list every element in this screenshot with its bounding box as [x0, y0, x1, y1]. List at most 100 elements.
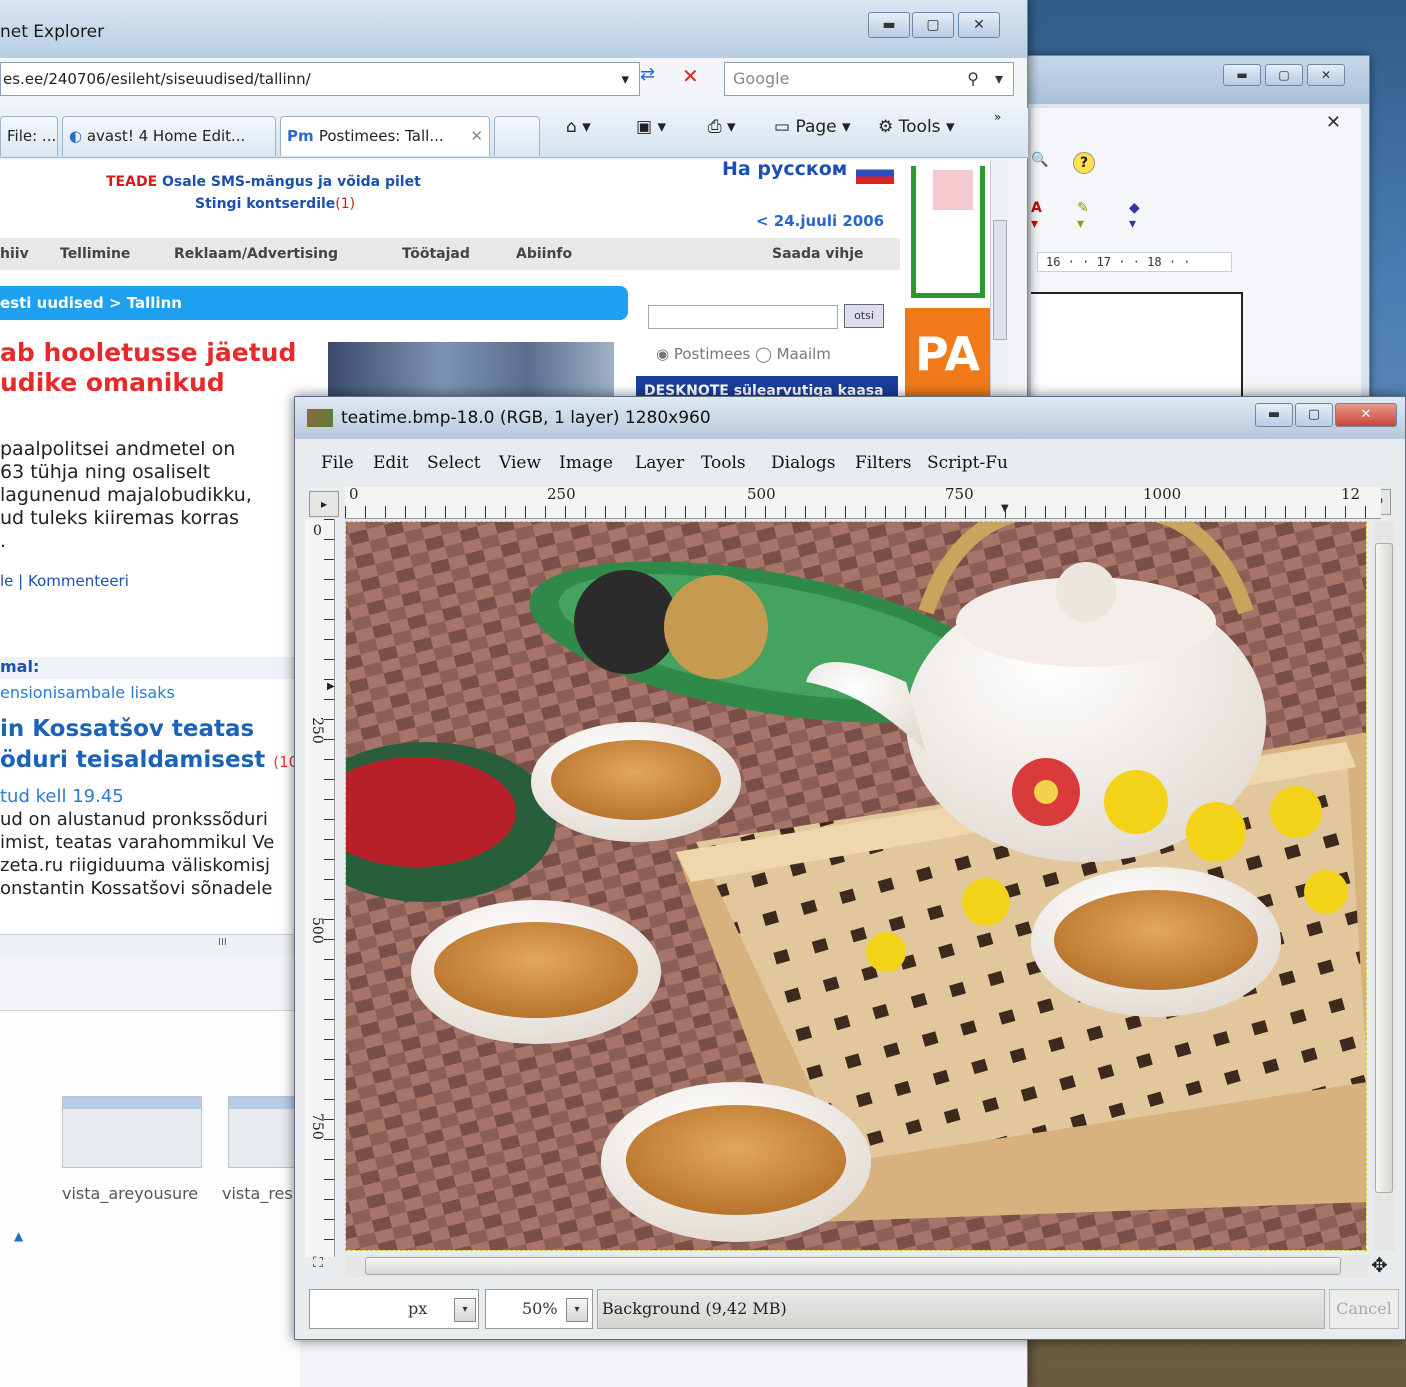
chevron-more-icon[interactable]: »: [994, 110, 1001, 124]
ruler-label: 500: [309, 917, 325, 944]
address-text: es.ee/240706/esileht/siseuudised/tallinn…: [3, 70, 311, 88]
image-canvas[interactable]: [345, 521, 1367, 1251]
search-placeholder: Google: [733, 69, 790, 88]
nav-item-reklaam[interactable]: Reklaam/Advertising: [174, 238, 338, 270]
radio-postimees[interactable]: ◉ Postimees: [656, 345, 750, 363]
gimp-window-title: teatime.bmp-18.0 (RGB, 1 layer) 1280x960: [341, 408, 711, 428]
quick-mask-toggle[interactable]: ▸: [309, 491, 339, 517]
article-headline[interactable]: ab hooletusse jäetud udike omanikud: [0, 338, 296, 398]
gimp-close-button[interactable]: ✕: [1335, 403, 1397, 427]
russian-flag-icon: [856, 162, 894, 184]
thumbnail-vista-res[interactable]: [228, 1096, 300, 1168]
ie-minimize-button[interactable]: ▬: [868, 12, 910, 38]
nav-item-tellimine[interactable]: Tellimine: [60, 238, 130, 270]
thumbnail-label: vista_res: [222, 1184, 293, 1203]
tab-file[interactable]: File: ...: [0, 116, 58, 156]
feeds-icon[interactable]: ▣ ▾: [636, 117, 666, 137]
office-minimize-button[interactable]: ▬: [1223, 64, 1261, 86]
navigate-icon[interactable]: ✥: [1371, 1253, 1388, 1277]
stop-icon[interactable]: ✕: [682, 64, 699, 88]
search-input[interactable]: Google ⚲ ▾: [724, 62, 1014, 96]
thumb-title-bar: [229, 1097, 299, 1109]
menu-file[interactable]: File: [321, 453, 354, 473]
menu-script-fu[interactable]: Script-Fu: [927, 453, 1008, 473]
unit-dropdown-icon[interactable]: ▾: [454, 1298, 476, 1322]
tab-close-icon[interactable]: ✕: [470, 117, 483, 155]
site-search-button[interactable]: otsi: [844, 304, 884, 328]
ruler-label: 750: [309, 1113, 325, 1140]
fill-color-icon[interactable]: ◆ ▾: [1129, 200, 1140, 232]
site-search-input[interactable]: [648, 305, 838, 329]
menu-edit[interactable]: Edit: [373, 453, 409, 473]
breadcrumb[interactable]: esti uudised > Tallinn: [0, 286, 628, 320]
gimp-minimize-button[interactable]: ▬: [1255, 403, 1293, 427]
search-dropdown-icon[interactable]: ▾: [995, 63, 1003, 95]
font-color-icon[interactable]: A ▾: [1031, 200, 1042, 232]
article-line: paalpolitsei andmetel on: [0, 438, 236, 460]
advert-pink-block: [933, 170, 973, 210]
ie-close-button[interactable]: ✕: [958, 12, 1000, 38]
tools-menu-label: Tools: [898, 117, 941, 137]
office-maximize-button[interactable]: ▢: [1265, 64, 1303, 86]
nav-item-saada-vihje[interactable]: Saada vihje: [772, 238, 864, 270]
ruler-ticks: [345, 506, 1381, 518]
menu-dialogs[interactable]: Dialogs: [771, 453, 835, 473]
pane-close-icon[interactable]: ✕: [1326, 112, 1341, 133]
sting-promo[interactable]: Stingi kontserdile(1): [195, 196, 355, 212]
headline-line-2: udike omanikud: [0, 368, 225, 397]
tab-avast[interactable]: ◐ avast! 4 Home Edit...: [62, 116, 276, 156]
search-scope-radios: ◉ Postimees ◯ Maailm: [656, 345, 831, 363]
menu-layer[interactable]: Layer: [635, 453, 684, 473]
page-icon: ▭: [774, 117, 796, 137]
search-icon[interactable]: ⚲: [967, 63, 979, 95]
sms-promo[interactable]: TEADE Osale SMS-mängus ja võida pilet: [106, 174, 421, 190]
cancel-button[interactable]: Cancel: [1329, 1289, 1399, 1329]
ie-horizontal-scrollbar[interactable]: III: [0, 934, 300, 956]
ruler-pointer-icon: ▼: [1001, 503, 1009, 514]
horizontal-ruler[interactable]: 0 250 500 750 1000 12 ▼: [345, 485, 1381, 519]
vertical-ruler[interactable]: 0 250 500 750 ▶: [305, 519, 335, 1257]
ruler-pointer-icon: ▶: [327, 681, 335, 692]
gimp-horizontal-scroll-thumb[interactable]: [365, 1257, 1341, 1275]
ie-maximize-button[interactable]: ▢: [912, 12, 954, 38]
side-advert[interactable]: PA: [905, 160, 990, 400]
address-bar[interactable]: es.ee/240706/esileht/siseuudised/tallinn…: [0, 62, 640, 96]
highlight-icon[interactable]: ✎ ▾: [1077, 200, 1089, 232]
office-close-button[interactable]: ✕: [1307, 64, 1345, 86]
menu-select[interactable]: Select: [427, 453, 481, 473]
gimp-maximize-button[interactable]: ▢: [1295, 403, 1333, 427]
menu-tools[interactable]: Tools: [701, 453, 746, 473]
tools-menu[interactable]: ⚙ Tools ▾: [878, 117, 954, 137]
radio-maailm[interactable]: ◯ Maailm: [755, 345, 831, 363]
nav-item-tootajad[interactable]: Töötajad: [402, 238, 470, 270]
second-headline[interactable]: in Kossatšov teatas öduri teisaldamisest…: [0, 714, 314, 778]
nav-item-arhiiv[interactable]: hiiv: [0, 238, 29, 270]
new-tab[interactable]: [494, 116, 540, 156]
comment-link-row[interactable]: le | Kommenteeri: [0, 572, 129, 590]
menu-view[interactable]: View: [499, 453, 541, 473]
scroll-up-icon[interactable]: ▲: [14, 1229, 23, 1243]
thumbnail-vista-areyousure[interactable]: [62, 1096, 202, 1168]
gimp-vertical-scroll-thumb[interactable]: [1375, 543, 1393, 1193]
fit-window-icon[interactable]: ⛶: [313, 1255, 323, 1271]
ruler-label: 0: [349, 485, 359, 503]
article-photo[interactable]: [328, 342, 614, 402]
zoom-dropdown-icon[interactable]: ▾: [566, 1298, 588, 1322]
tab-postimees[interactable]: Pm Postimees: Tall... ✕: [280, 116, 490, 156]
home-icon[interactable]: ⌂ ▾: [566, 117, 591, 137]
ie-scroll-thumb[interactable]: [993, 220, 1007, 340]
help-icon[interactable]: ?: [1073, 152, 1095, 174]
zoom-select[interactable]: 50% ▾: [485, 1289, 593, 1329]
refresh-icon[interactable]: ⇄: [640, 64, 655, 85]
print-icon[interactable]: ⎙ ▾: [708, 117, 736, 137]
teade-label: TEADE: [106, 174, 158, 190]
related-link[interactable]: ensionisambale lisaks: [0, 683, 175, 702]
menu-filters[interactable]: Filters: [855, 453, 911, 473]
zoom-icon[interactable]: 🔍: [1031, 152, 1048, 168]
russian-version-link[interactable]: На русском: [722, 158, 847, 180]
address-dropdown-icon[interactable]: ▾: [621, 63, 629, 95]
page-menu[interactable]: ▭ Page ▾: [774, 117, 851, 137]
menu-image[interactable]: Image: [559, 453, 613, 473]
scroll-grip[interactable]: III: [218, 937, 227, 948]
nav-item-abiinfo[interactable]: Abiinfo: [516, 238, 572, 270]
